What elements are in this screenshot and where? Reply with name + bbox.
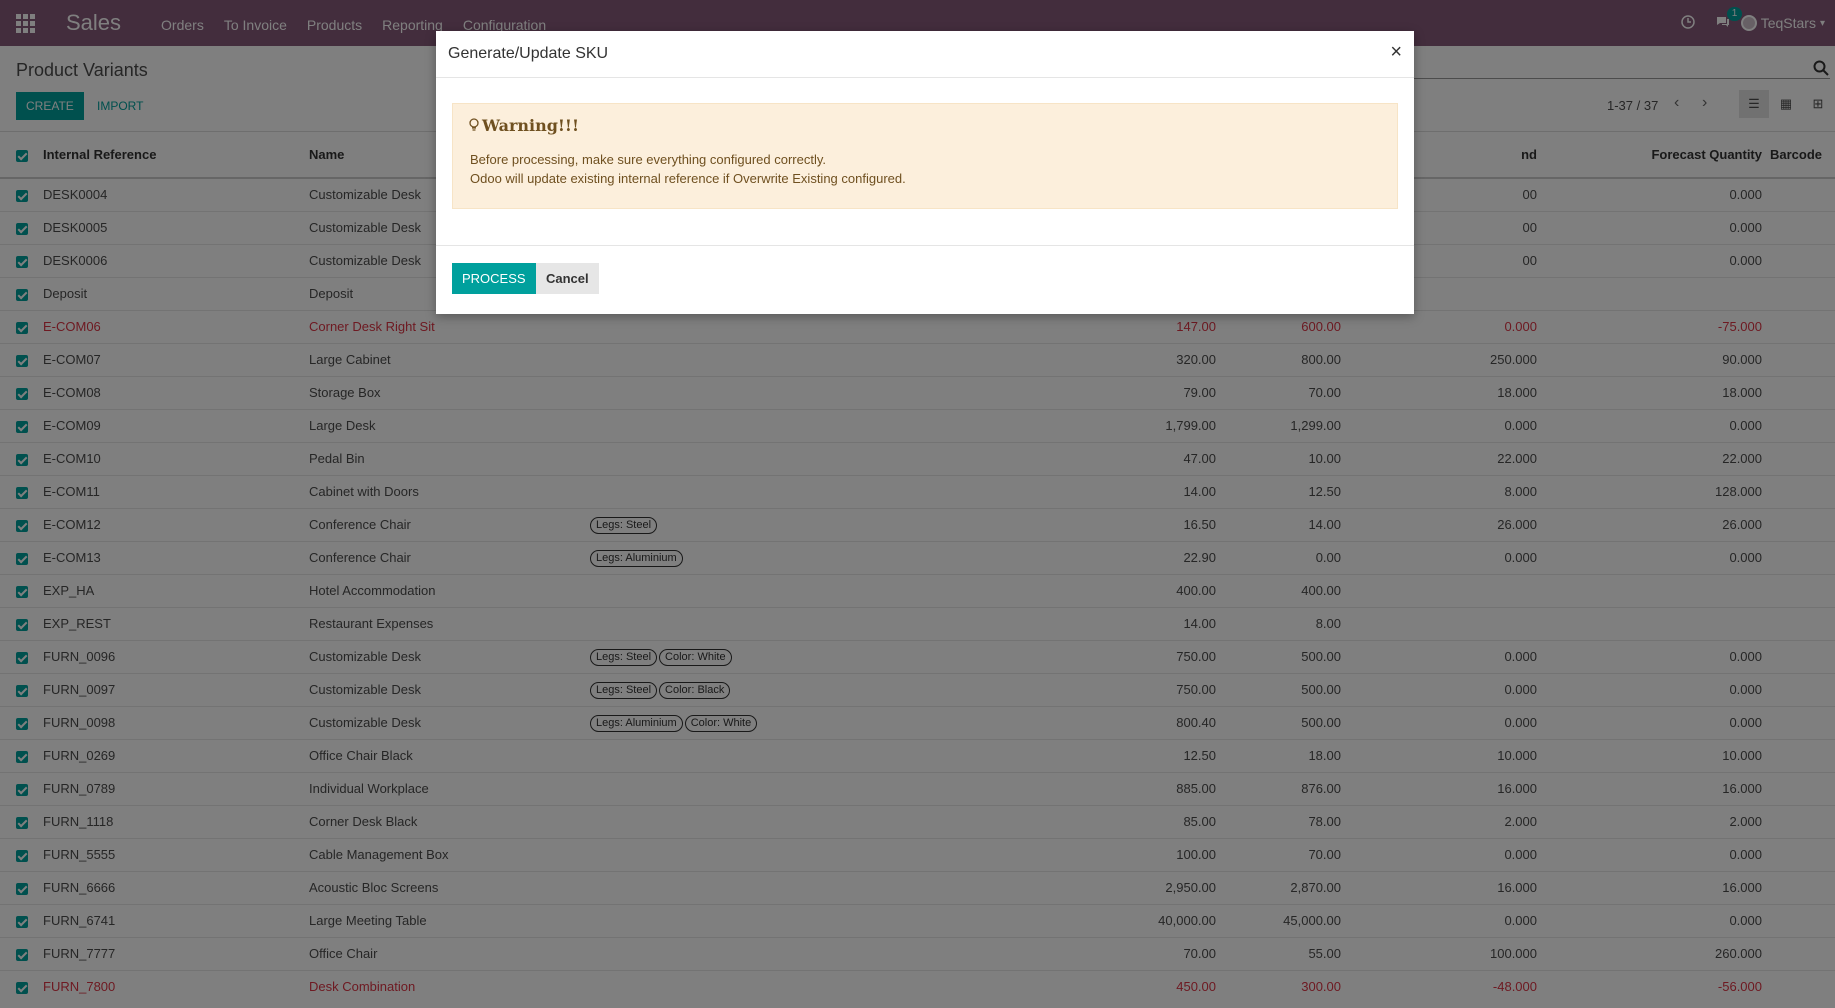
sku-dialog: Generate/Update SKU × Warning!!! Before … xyxy=(436,31,1414,314)
lightbulb-icon xyxy=(469,118,479,131)
dialog-footer: PROCESS Cancel xyxy=(436,245,1414,314)
warning-alert: Warning!!! Before processing, make sure … xyxy=(452,103,1398,209)
dialog-header: Generate/Update SKU × xyxy=(436,31,1414,78)
process-button[interactable]: PROCESS xyxy=(452,263,536,294)
warning-title-wrap: Warning!!! xyxy=(469,116,579,135)
close-icon[interactable]: × xyxy=(1390,41,1402,64)
warning-title: Warning!!! xyxy=(482,116,579,135)
dialog-title: Generate/Update SKU xyxy=(448,45,609,62)
cancel-button[interactable]: Cancel xyxy=(536,263,599,294)
warning-line-2: Odoo will update existing internal refer… xyxy=(470,171,906,186)
warning-line-1: Before processing, make sure everything … xyxy=(470,152,826,167)
